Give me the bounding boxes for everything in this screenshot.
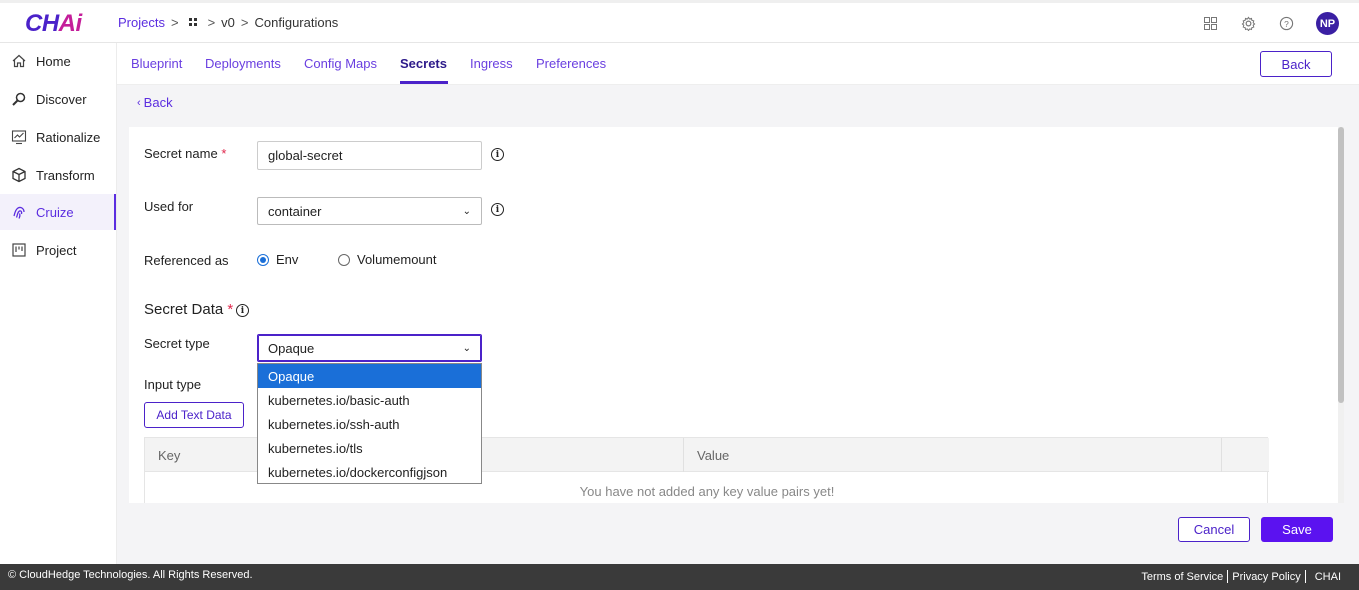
sidebar-item-label: Project bbox=[36, 242, 77, 258]
privacy-link[interactable]: Privacy Policy bbox=[1228, 571, 1304, 583]
tab-preferences[interactable]: Preferences bbox=[536, 56, 606, 71]
add-text-data-button[interactable]: Add Text Data bbox=[144, 402, 244, 428]
dropdown-option[interactable]: Opaque bbox=[258, 364, 481, 388]
column-header-key: Key bbox=[158, 448, 181, 463]
scrollbar-thumb[interactable] bbox=[1338, 127, 1344, 403]
sidebar-item-home[interactable]: Home bbox=[0, 43, 116, 79]
breadcrumb-projects[interactable]: Projects bbox=[118, 15, 165, 30]
used-for-value: container bbox=[268, 203, 322, 219]
radio-volumemount-label[interactable]: Volumemount bbox=[357, 252, 437, 267]
chevron-left-icon: ‹ bbox=[137, 96, 141, 109]
footer: © CloudHedge Technologies. All Rights Re… bbox=[0, 564, 1359, 590]
top-icons: ? NP bbox=[1202, 12, 1339, 35]
input-type-label: Input type bbox=[144, 377, 202, 392]
terms-link[interactable]: Terms of Service bbox=[1137, 571, 1227, 583]
radio-env-label[interactable]: Env bbox=[276, 252, 298, 267]
secret-data-title: Secret Data * bbox=[144, 301, 234, 318]
active-tab-indicator bbox=[400, 81, 448, 84]
board-icon bbox=[10, 241, 28, 259]
sidebar-item-rationalize[interactable]: Rationalize bbox=[0, 119, 116, 155]
chai-link[interactable]: CHAI bbox=[1306, 571, 1345, 583]
referenced-as-label: Referenced as bbox=[144, 253, 229, 268]
radio-volumemount[interactable] bbox=[338, 254, 350, 266]
grid-icon[interactable] bbox=[188, 18, 198, 27]
footer-links: Terms of Service Privacy Policy CHAI bbox=[1137, 570, 1345, 583]
sidebar-item-transform[interactable]: Transform bbox=[0, 157, 116, 193]
dropdown-option[interactable]: kubernetes.io/dockerconfigjson bbox=[258, 460, 481, 484]
column-divider bbox=[683, 438, 684, 472]
tab-deployments[interactable]: Deployments bbox=[205, 56, 281, 71]
tab-config-maps[interactable]: Config Maps bbox=[304, 56, 377, 71]
secret-name-input[interactable]: global-secret bbox=[257, 141, 482, 170]
dropdown-option[interactable]: kubernetes.io/ssh-auth bbox=[258, 412, 481, 436]
secret-type-value: Opaque bbox=[268, 340, 315, 356]
user-avatar[interactable]: NP bbox=[1316, 12, 1339, 35]
sidebar-item-cruize[interactable]: Cruize bbox=[0, 194, 116, 230]
used-for-label: Used for bbox=[144, 199, 194, 214]
sidebar-item-label: Cruize bbox=[36, 204, 74, 220]
sidebar-item-label: Transform bbox=[36, 167, 95, 183]
svg-text:?: ? bbox=[1284, 19, 1289, 29]
breadcrumb-version[interactable]: v0 bbox=[221, 15, 235, 30]
dropdown-option[interactable]: kubernetes.io/tls bbox=[258, 436, 481, 460]
empty-state-text: You have not added any key value pairs y… bbox=[579, 484, 835, 499]
sidebar-item-label: Discover bbox=[36, 91, 87, 107]
column-divider bbox=[1221, 438, 1222, 472]
tab-ingress[interactable]: Ingress bbox=[470, 56, 513, 71]
back-link-label: Back bbox=[143, 95, 173, 110]
column-header-value: Value bbox=[697, 448, 730, 463]
used-for-select[interactable]: container ⌄ bbox=[257, 197, 482, 225]
help-icon[interactable]: ? bbox=[1278, 16, 1294, 32]
save-button[interactable]: Save bbox=[1261, 517, 1333, 542]
radio-env[interactable] bbox=[257, 254, 269, 266]
tab-blueprint[interactable]: Blueprint bbox=[131, 56, 182, 71]
chevron-down-icon: ⌄ bbox=[462, 205, 471, 217]
back-link[interactable]: ‹ Back bbox=[137, 95, 173, 110]
scrollbar[interactable] bbox=[1338, 127, 1344, 503]
copyright-text: © CloudHedge Technologies. All Rights Re… bbox=[8, 569, 253, 581]
info-icon[interactable]: i bbox=[491, 148, 504, 161]
secret-type-dropdown[interactable]: Opaque kubernetes.io/basic-auth kubernet… bbox=[257, 363, 482, 484]
chevron-down-icon: ⌄ bbox=[462, 342, 471, 354]
sidebar-item-project[interactable]: Project bbox=[0, 232, 116, 268]
info-icon[interactable]: i bbox=[236, 304, 249, 317]
search-icon bbox=[10, 90, 28, 108]
breadcrumb: Projects > > v0 > Configurations bbox=[118, 15, 338, 30]
top-border bbox=[0, 0, 1359, 3]
chevron-right-icon: > bbox=[170, 15, 179, 30]
back-button[interactable]: Back bbox=[1260, 51, 1332, 77]
chai-logo[interactable]: CHAi bbox=[25, 10, 82, 38]
secret-type-label: Secret type bbox=[144, 336, 210, 351]
chart-icon bbox=[10, 128, 28, 146]
top-bar: CHAi Projects > > v0 > Configurations ? … bbox=[0, 0, 1359, 43]
home-icon bbox=[10, 52, 28, 70]
sidebar: Home Discover Rationalize Transform Crui… bbox=[0, 43, 117, 564]
gear-icon[interactable] bbox=[1240, 16, 1256, 32]
chevron-right-icon: > bbox=[207, 15, 216, 30]
cancel-button[interactable]: Cancel bbox=[1178, 517, 1250, 542]
sidebar-item-label: Rationalize bbox=[36, 129, 101, 145]
tab-secrets[interactable]: Secrets bbox=[400, 56, 447, 71]
config-tabs: Blueprint Deployments Config Maps Secret… bbox=[117, 43, 1359, 85]
secret-name-label: Secret name * bbox=[144, 146, 227, 161]
cube-icon bbox=[10, 166, 28, 184]
sidebar-item-discover[interactable]: Discover bbox=[0, 81, 116, 117]
apps-grid-icon[interactable] bbox=[1202, 16, 1218, 32]
main-content: ‹ Back Secret name * global-secret i Use… bbox=[117, 85, 1359, 564]
info-icon[interactable]: i bbox=[491, 203, 504, 216]
dropdown-option[interactable]: kubernetes.io/basic-auth bbox=[258, 388, 481, 412]
fingerprint-icon bbox=[10, 203, 28, 221]
breadcrumb-current: Configurations bbox=[254, 15, 339, 30]
sidebar-item-label: Home bbox=[36, 53, 71, 69]
chevron-right-icon: > bbox=[240, 15, 249, 30]
secret-type-select[interactable]: Opaque ⌄ bbox=[257, 334, 482, 362]
